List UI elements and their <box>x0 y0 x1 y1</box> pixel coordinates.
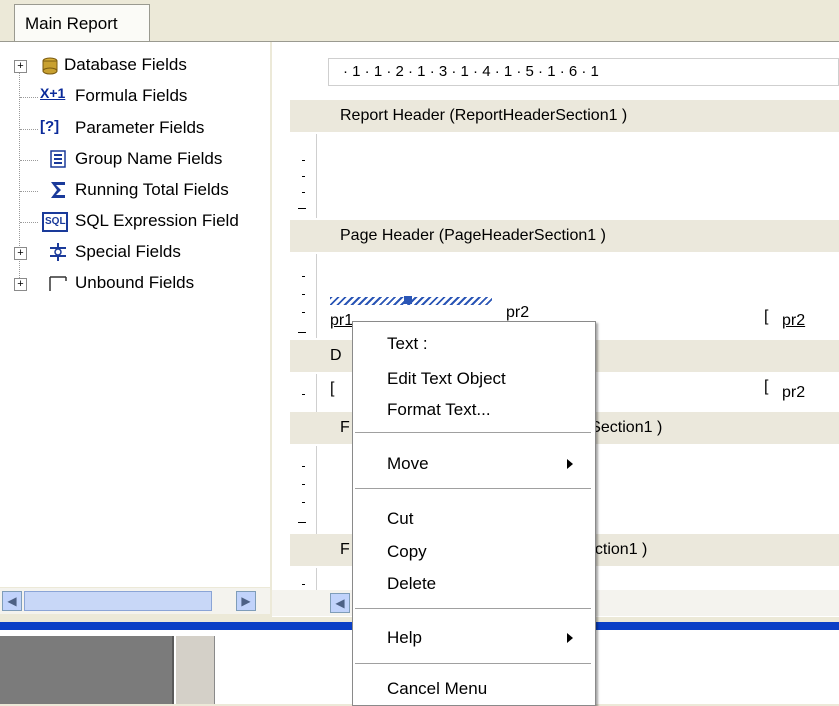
menu-item-label: Edit Text Object <box>387 369 506 388</box>
menu-item-delete[interactable]: Delete <box>353 569 593 599</box>
expand-icon[interactable]: + <box>14 60 27 73</box>
menu-item-label: Move <box>387 454 429 473</box>
field-bracket: [ <box>330 380 335 397</box>
field-pr2[interactable]: pr2 <box>782 312 805 330</box>
menu-item-label: Cut <box>387 509 414 528</box>
menu-item-cut[interactable]: Cut <box>353 504 593 534</box>
field-pr2-details[interactable]: pr2 <box>782 384 805 402</box>
menu-item-label: Text : <box>387 334 428 353</box>
unbound-fields-icon <box>49 276 67 291</box>
preview-thumbnail <box>0 636 174 704</box>
vertical-ruler <box>290 446 317 534</box>
formula-icon: X+1 <box>40 85 66 101</box>
panel-divider <box>176 636 215 704</box>
section-title: Page Header (PageHeaderSection1 ) <box>340 227 606 244</box>
menu-separator <box>355 488 591 489</box>
tree-item-label: Formula Fields <box>75 86 188 105</box>
parameter-icon: [?] <box>40 118 60 135</box>
tree-item-label: SQL Expression Field <box>75 211 239 230</box>
tab-main-report[interactable]: Main Report <box>14 4 150 42</box>
group-name-icon <box>50 150 66 168</box>
field-explorer-tree: + Database Fields X+1 Formula Fields [?]… <box>0 42 270 587</box>
section-title-prefix: F <box>340 541 350 558</box>
tree-item-special-fields[interactable]: + Special Fields <box>14 239 270 269</box>
context-menu: Text : Edit Text Object Format Text... M… <box>352 321 596 706</box>
tree-item-label: Group Name Fields <box>75 149 223 168</box>
scroll-right-button[interactable]: ▶ <box>236 591 256 611</box>
scroll-left-button[interactable]: ◀ <box>2 591 22 611</box>
menu-item-help[interactable]: Help <box>353 623 593 653</box>
menu-item-label: Help <box>387 628 422 647</box>
vertical-ruler <box>290 254 317 338</box>
tree-item-sql-expression-fields[interactable]: SQL SQL Expression Field <box>20 208 270 238</box>
menu-item-label: Copy <box>387 542 427 561</box>
field-pr2-partial[interactable]: pr2 <box>506 304 529 322</box>
tree-item-label: Running Total Fields <box>75 180 229 199</box>
horizontal-ruler: · 1 · 1 · 2 · 1 · 3 · 1 · 4 · 1 · 5 · 1 … <box>328 58 839 86</box>
tree-item-group-name-fields[interactable]: Group Name Fields <box>20 146 270 176</box>
expand-icon[interactable]: + <box>14 247 27 260</box>
tree-item-parameter-fields[interactable]: [?] Parameter Fields <box>20 115 270 145</box>
expand-icon[interactable]: + <box>14 278 27 291</box>
menu-item-label: Cancel Menu <box>387 679 488 698</box>
tree-horizontal-scrollbar[interactable]: ◀ ▶ <box>0 588 270 614</box>
tree-item-database-fields[interactable]: + Database Fields <box>14 52 270 82</box>
section-title-prefix: F <box>340 419 350 436</box>
sigma-icon <box>51 182 65 198</box>
vertical-ruler <box>290 374 317 414</box>
menu-separator <box>355 432 591 433</box>
tree-item-label: Unbound Fields <box>75 273 195 292</box>
sql-icon: SQL <box>42 212 68 232</box>
field-bracket: [ <box>764 378 769 395</box>
menu-item-label: Delete <box>387 574 437 593</box>
section-title: D <box>330 347 342 364</box>
database-icon <box>42 57 58 75</box>
tree-item-formula-fields[interactable]: X+1 Formula Fields <box>20 83 270 113</box>
menu-item-copy[interactable]: Copy <box>353 537 593 567</box>
menu-separator <box>355 663 591 664</box>
tree-item-label: Special Fields <box>75 242 181 261</box>
section-title: Report Header (ReportHeaderSection1 ) <box>340 107 628 124</box>
submenu-arrow-icon <box>567 459 573 469</box>
menu-item-label: Format Text... <box>387 400 491 419</box>
tree-item-unbound-fields[interactable]: + Unbound Fields <box>14 270 270 300</box>
menu-separator <box>355 608 591 609</box>
tree-item-running-total-fields[interactable]: Running Total Fields <box>20 177 270 207</box>
section-body-report-header[interactable] <box>328 134 839 218</box>
tree-item-label: Database Fields <box>64 55 187 74</box>
section-bar-page-header[interactable]: Page Header (PageHeaderSection1 ) <box>290 220 839 252</box>
field-pr1[interactable]: pr1 <box>330 312 353 330</box>
tab-main-report-label: Main Report <box>25 14 118 33</box>
field-bracket: [ <box>764 308 769 325</box>
menu-item-move[interactable]: Move <box>353 449 593 479</box>
vertical-ruler <box>290 134 317 218</box>
menu-item-cancel-menu[interactable]: Cancel Menu <box>353 674 593 704</box>
scroll-left-button[interactable]: ◀ <box>330 593 350 613</box>
resize-handle[interactable] <box>404 296 412 304</box>
menu-item-format-text[interactable]: Format Text... <box>353 395 593 425</box>
section-bar-report-header[interactable]: Report Header (ReportHeaderSection1 ) <box>290 100 839 132</box>
menu-item-text[interactable]: Text : <box>353 329 593 359</box>
menu-item-edit-text-object[interactable]: Edit Text Object <box>353 364 593 394</box>
submenu-arrow-icon <box>567 633 573 643</box>
scroll-thumb[interactable] <box>24 591 212 611</box>
tree-item-label: Parameter Fields <box>75 118 205 137</box>
special-fields-icon <box>50 243 66 261</box>
